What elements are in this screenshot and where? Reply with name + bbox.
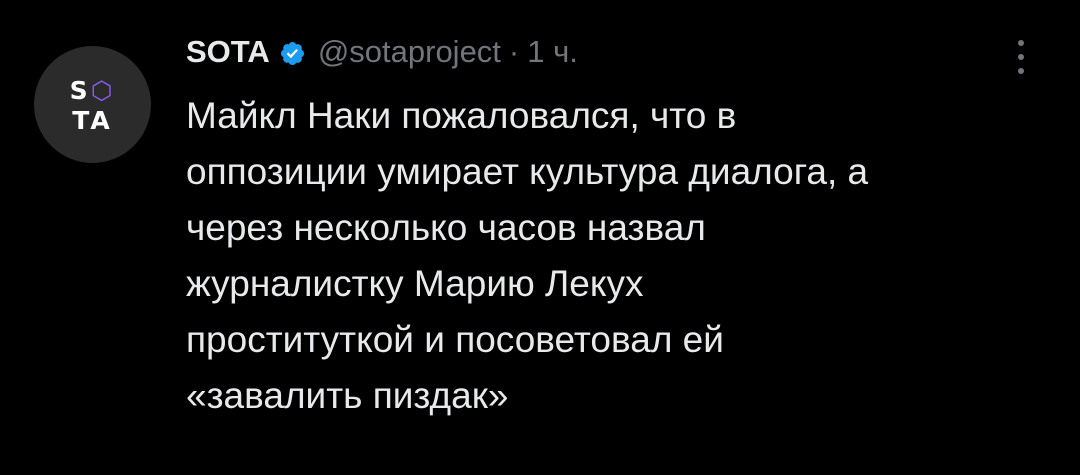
tweet-header: SOTA @sotaproject · 1 ч. xyxy=(186,30,578,74)
author-handle[interactable]: @sotaproject xyxy=(318,34,501,70)
more-dot xyxy=(1018,54,1024,60)
hexagon-icon: ⬡ xyxy=(90,76,116,105)
tweet[interactable]: S⬡ TA SOTA @sotaproject · 1 ч. Майкл Нак… xyxy=(0,0,1080,475)
more-dot xyxy=(1018,68,1024,74)
avatar[interactable]: S⬡ TA xyxy=(34,46,151,163)
tweet-text: Майкл Наки пожаловался, что в оппозиции … xyxy=(186,88,1056,424)
avatar-logo-bottom: TA xyxy=(72,106,113,135)
display-name[interactable]: SOTA xyxy=(186,34,270,70)
more-options-icon[interactable] xyxy=(1006,34,1036,80)
verified-badge-icon xyxy=(279,40,306,67)
tweet-text-line: проституткой и посоветовал ей xyxy=(186,319,724,360)
tweet-text-line: «завалить пиздак» xyxy=(186,375,509,416)
tweet-timestamp[interactable]: 1 ч. xyxy=(527,34,578,70)
avatar-logo-top: S⬡ xyxy=(34,78,151,103)
meta-separator: · xyxy=(508,34,520,69)
more-dot xyxy=(1018,40,1024,46)
tweet-text-line: через несколько часов назвал xyxy=(186,207,706,248)
tweet-text-line: Майкл Наки пожаловался, что в xyxy=(186,95,737,136)
avatar-logo-letter: S xyxy=(69,76,91,105)
tweet-text-line: журналистку Марию Лекух xyxy=(186,263,644,304)
tweet-text-line: оппозиции умирает культура диалога, а xyxy=(186,151,869,192)
